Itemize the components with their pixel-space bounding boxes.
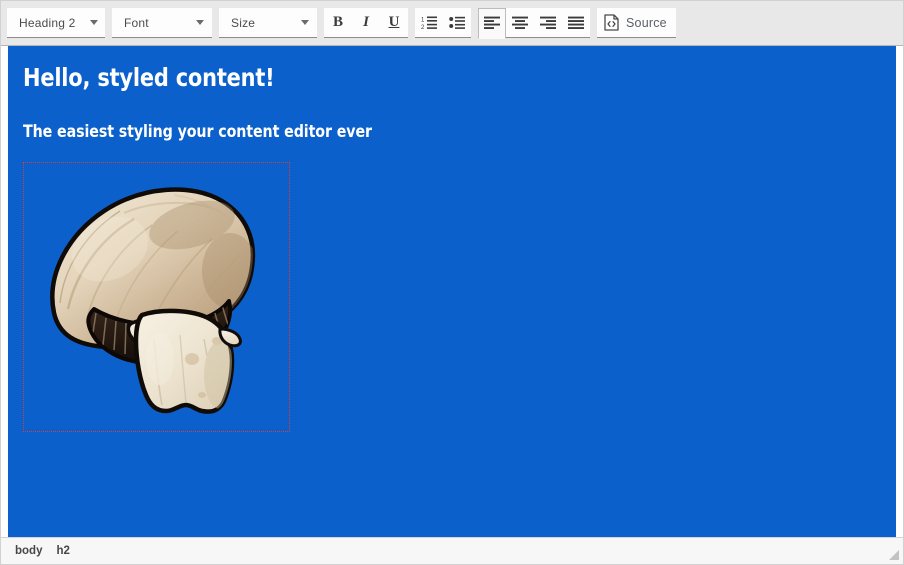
editable-content-body[interactable]: Hello, styled content! The easiest styli… [8, 46, 896, 537]
resize-grip-icon[interactable] [886, 547, 900, 561]
basic-styles-group: B I U [324, 8, 408, 38]
italic-icon: I [363, 15, 369, 30]
font-size-dropdown[interactable]: Size [219, 8, 317, 38]
mushroom-illustration-icon [24, 163, 289, 431]
source-group: Source [597, 8, 676, 38]
chevron-down-icon [301, 20, 309, 25]
font-family-label: Font [124, 16, 149, 30]
alignment-group [478, 8, 590, 38]
align-right-icon [540, 16, 556, 30]
bulleted-list-button[interactable] [443, 9, 471, 37]
wysiwyg-editor: Heading 2 Font Size B I U [0, 0, 904, 565]
align-center-button[interactable] [506, 9, 534, 37]
chevron-down-icon [196, 20, 204, 25]
content-heading-1[interactable]: Hello, styled content! [23, 64, 821, 93]
font-size-label: Size [231, 16, 255, 30]
chevron-down-icon [90, 20, 98, 25]
numbered-list-icon: 1 2 [421, 15, 438, 30]
source-button-label: Source [626, 16, 667, 30]
editor-toolbar: Heading 2 Font Size B I U [1, 1, 903, 46]
italic-button[interactable]: I [352, 9, 380, 37]
bulleted-list-icon [449, 15, 466, 30]
elements-path-h2[interactable]: h2 [56, 545, 69, 557]
align-right-button[interactable] [534, 9, 562, 37]
elements-path-body[interactable]: body [15, 545, 42, 557]
bold-button[interactable]: B [324, 9, 352, 37]
elements-path-bar: body h2 [1, 537, 903, 564]
align-left-button[interactable] [478, 8, 506, 39]
font-family-dropdown[interactable]: Font [112, 8, 212, 38]
underline-button[interactable]: U [380, 9, 408, 37]
paragraph-format-dropdown[interactable]: Heading 2 [7, 8, 105, 38]
align-justify-icon [568, 16, 584, 30]
svg-text:1: 1 [421, 18, 425, 24]
content-image[interactable] [23, 162, 290, 432]
align-left-icon [484, 16, 500, 30]
bold-icon: B [333, 15, 343, 30]
svg-text:2: 2 [421, 25, 425, 30]
align-center-icon [512, 16, 528, 30]
source-button[interactable]: Source [604, 9, 667, 37]
content-heading-2[interactable]: The easiest styling your content editor … [23, 123, 821, 143]
numbered-list-button[interactable]: 1 2 [415, 9, 443, 37]
source-document-icon [604, 14, 619, 31]
underline-icon: U [389, 15, 400, 30]
align-justify-button[interactable] [562, 9, 590, 37]
lists-group: 1 2 [415, 8, 471, 38]
paragraph-format-label: Heading 2 [19, 16, 76, 30]
editable-area-wrapper: Hello, styled content! The easiest styli… [1, 46, 903, 537]
